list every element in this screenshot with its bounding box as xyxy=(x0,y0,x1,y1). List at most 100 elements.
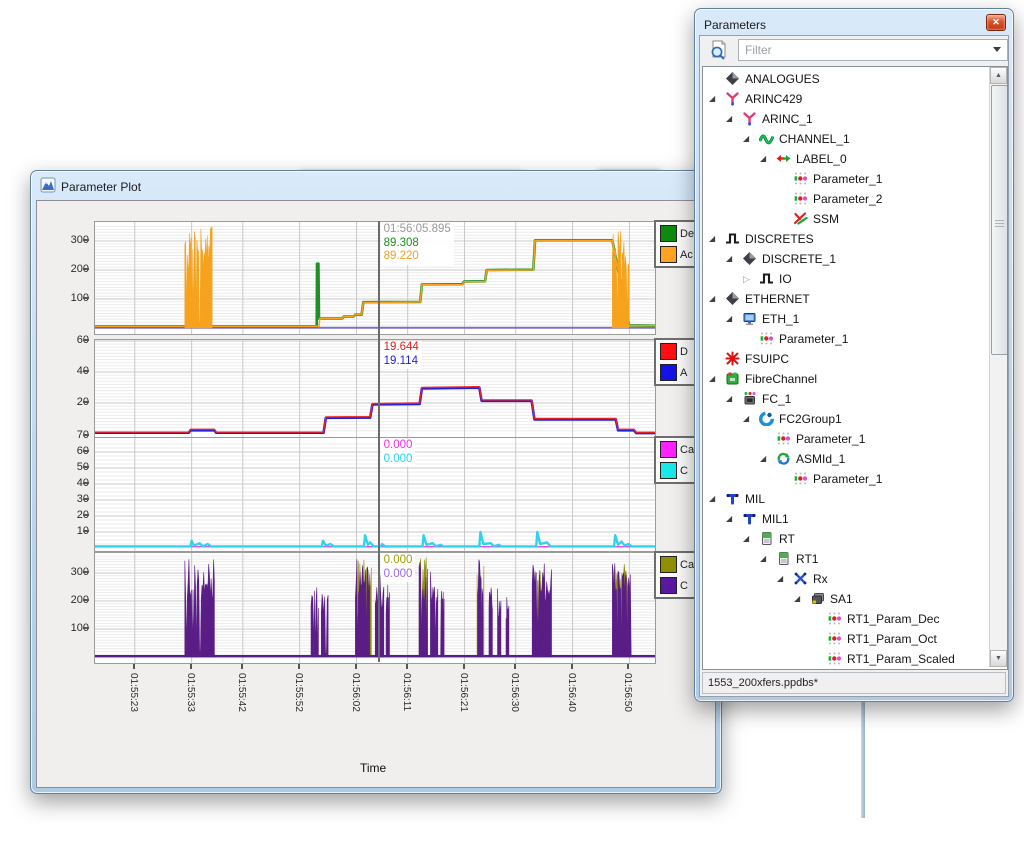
tree-item-channel_1[interactable]: ◢CHANNEL_1 xyxy=(703,129,988,149)
legend-swatch xyxy=(660,441,677,458)
tree-item-fibrechannel[interactable]: ◢FibreChannel xyxy=(703,369,988,389)
scrollbar-thumb[interactable] xyxy=(991,85,1008,355)
expander-expanded-icon[interactable]: ◢ xyxy=(709,94,719,103)
tree-item-io[interactable]: ▷IO xyxy=(703,269,988,289)
plot-panel-1[interactable] xyxy=(94,221,656,335)
tree-item-analogues[interactable]: ANALOGUES xyxy=(703,69,988,89)
x-tick-mark xyxy=(627,664,629,669)
chevron-down-icon[interactable] xyxy=(993,47,1001,52)
expander-expanded-icon[interactable]: ◢ xyxy=(726,254,736,263)
expander-expanded-icon[interactable]: ◢ xyxy=(794,594,804,603)
x-tick-label: 01:55:52 xyxy=(293,673,304,712)
tree-item-rt[interactable]: ◢RT xyxy=(703,529,988,549)
tree-item-rt1[interactable]: ◢RT1 xyxy=(703,549,988,569)
expander-expanded-icon[interactable]: ◢ xyxy=(709,234,719,243)
tree-item-parameter_1[interactable]: Parameter_1 xyxy=(703,469,988,489)
y-tick-mark xyxy=(83,627,89,629)
cursor-tooltip-plot-4: 0.0000.000 xyxy=(381,554,416,582)
tree-item-ethernet[interactable]: ◢ETHERNET xyxy=(703,289,988,309)
crosshair-cursor[interactable] xyxy=(378,221,380,662)
tree-item-arinc_1[interactable]: ◢ ARINC_1 xyxy=(703,109,988,129)
tree-item-fsuipc[interactable]: FSUIPC xyxy=(703,349,988,369)
scroll-up-icon[interactable]: ▲ xyxy=(990,67,1007,84)
tree-item-label: RT1_Param_Scaled xyxy=(847,652,955,666)
expander-expanded-icon[interactable]: ◢ xyxy=(760,454,770,463)
tree-item-label: ARINC_1 xyxy=(762,112,813,126)
expander-expanded-icon[interactable]: ◢ xyxy=(726,314,736,323)
tree-item-partial[interactable] xyxy=(703,669,988,670)
tree-item-label: SA1 xyxy=(830,592,853,606)
tree-item-label: LABEL_0 xyxy=(796,152,847,166)
plot-area[interactable]: 300200100DeAc01:56:05.89589.30889.220604… xyxy=(36,200,716,788)
diamond-icon xyxy=(725,71,740,86)
tree-item-label: Parameter_2 xyxy=(813,192,882,206)
plot-window-icon xyxy=(40,177,56,196)
expander-expanded-icon[interactable]: ◢ xyxy=(760,554,770,563)
expander-expanded-icon[interactable]: ◢ xyxy=(709,294,719,303)
expander-expanded-icon[interactable]: ◢ xyxy=(743,134,753,143)
expander-expanded-icon[interactable]: ◢ xyxy=(726,114,736,123)
tree-item-fc2group1[interactable]: ◢FC2Group1 xyxy=(703,409,988,429)
scrollbar-grip xyxy=(995,220,1004,228)
label-icon xyxy=(776,151,791,166)
status-filename: 1553_200xfers.ppdbs* xyxy=(708,677,818,689)
parameters-window: Parameters ✕ Filter xyxy=(694,8,1014,702)
plot-window-title: Parameter Plot xyxy=(61,180,141,194)
rt-icon xyxy=(776,551,791,566)
expander-expanded-icon[interactable]: ◢ xyxy=(709,374,719,383)
tree-item-ssm[interactable]: SSM xyxy=(703,209,988,229)
expander-expanded-icon[interactable]: ◢ xyxy=(743,534,753,543)
tree-item-parameter_1[interactable]: Parameter_1 xyxy=(703,429,988,449)
tree-item-parameter_1[interactable]: Parameter_1 xyxy=(703,329,988,349)
expander-expanded-icon[interactable]: ◢ xyxy=(760,154,770,163)
tree-item-arinc429[interactable]: ◢ARINC429 xyxy=(703,89,988,109)
tree-item-parameter_2[interactable]: Parameter_2 xyxy=(703,189,988,209)
tree-item-eth_1[interactable]: ◢ETH_1 xyxy=(703,309,988,329)
tree-item-label: FC_1 xyxy=(762,392,791,406)
tree-item-mil[interactable]: ◢MIL xyxy=(703,489,988,509)
scroll-down-icon[interactable]: ▼ xyxy=(990,650,1007,667)
legend-label: De xyxy=(680,228,694,240)
plot-panel-2[interactable] xyxy=(94,339,656,438)
tree-item-discrete_1[interactable]: ◢ DISCRETE_1 xyxy=(703,249,988,269)
parameters-titlebar[interactable]: Parameters xyxy=(700,13,1008,36)
tree-item-parameter_1[interactable]: Parameter_1 xyxy=(703,169,988,189)
tree-item-label_0[interactable]: ◢ LABEL_0 xyxy=(703,149,988,169)
plot-window-titlebar[interactable]: Parameter Plot xyxy=(36,175,716,198)
tree-item-label: DISCRETE_1 xyxy=(762,252,836,266)
close-button[interactable]: ✕ xyxy=(986,14,1006,31)
tree-item-sa1[interactable]: ◢ SA1 xyxy=(703,589,988,609)
plot-panel-3[interactable] xyxy=(94,437,656,552)
tree-item-mil1[interactable]: ◢MIL1 xyxy=(703,509,988,529)
tree-scrollbar[interactable]: ▲ ▼ xyxy=(989,67,1007,667)
param-icon xyxy=(759,331,774,346)
tree-item-asmid_1[interactable]: ◢ASMId_1 xyxy=(703,449,988,469)
x-tick-mark xyxy=(571,664,573,669)
filter-combobox[interactable]: Filter xyxy=(738,39,1008,61)
tree-item-discretes[interactable]: ◢DISCRETES xyxy=(703,229,988,249)
legend-label: Ac xyxy=(680,249,693,261)
y-tick-mark xyxy=(83,482,89,484)
x-tick-label: 01:56:40 xyxy=(566,673,577,712)
sa-icon xyxy=(810,591,825,606)
tree-item-rx[interactable]: ◢Rx xyxy=(703,569,988,589)
param-icon xyxy=(827,631,842,646)
y-tick-mark xyxy=(83,434,89,436)
expander-collapsed-icon[interactable]: ▷ xyxy=(743,274,753,285)
tree-item-fc_1[interactable]: ◢ FC_1 xyxy=(703,389,988,409)
expander-expanded-icon[interactable]: ◢ xyxy=(726,514,736,523)
legend-label: C xyxy=(680,580,688,592)
plot-panel-4[interactable] xyxy=(94,552,656,664)
tree-item-rt1_param_scaled[interactable]: RT1_Param_Scaled xyxy=(703,649,988,669)
y-tick-mark xyxy=(83,571,89,573)
tree-item-rt1_param_oct[interactable]: RT1_Param_Oct xyxy=(703,629,988,649)
expander-expanded-icon[interactable]: ◢ xyxy=(743,414,753,423)
tree-item-rt1_param_dec[interactable]: RT1_Param_Dec xyxy=(703,609,988,629)
expander-expanded-icon[interactable]: ◢ xyxy=(709,494,719,503)
filter-search-icon[interactable] xyxy=(708,39,732,61)
expander-expanded-icon[interactable]: ◢ xyxy=(777,574,787,583)
tree-item-label: Parameter_1 xyxy=(779,332,848,346)
legend-swatch xyxy=(660,556,677,573)
expander-expanded-icon[interactable]: ◢ xyxy=(726,394,736,403)
parameter-plot-window: Parameter Plot 300200100DeAc01:56:05.895… xyxy=(30,170,722,794)
